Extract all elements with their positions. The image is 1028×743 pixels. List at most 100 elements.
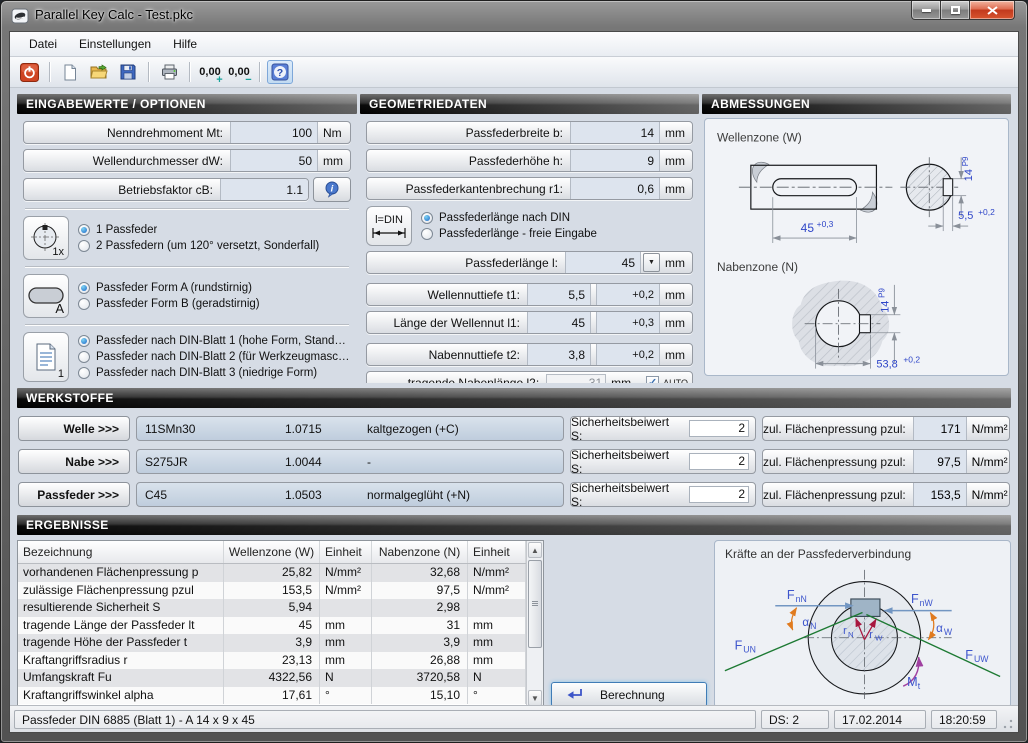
label-fnn-main: F — [787, 588, 795, 602]
radio-din-blatt-2[interactable]: Passfeder nach DIN-Blatt 2 (für Werkzeug… — [78, 351, 351, 363]
open-folder-icon — [90, 64, 108, 80]
auto-label: AUTO — [663, 378, 688, 384]
dim-wellennut-tiefe: 5,5 — [958, 210, 973, 222]
decimal-decrease-button[interactable]: 0,00− — [226, 60, 252, 84]
nabenlaenge-value[interactable]: 31 — [546, 374, 606, 383]
kraefte-title: Kräfte an der Passfederverbindung — [725, 547, 1004, 561]
status-time: 18:20:59 — [931, 710, 997, 729]
table-row: tragende Höhe der Passfeder t3,9mm3,9mm — [18, 634, 526, 652]
minimize-button[interactable] — [911, 1, 941, 20]
radio-laenge-din[interactable]: Passfederlänge nach DIN — [421, 212, 597, 224]
app-icon — [11, 7, 29, 25]
resize-grip[interactable] — [1002, 718, 1014, 730]
group-passfederlaenge: l=DIN Passfederlänge nach DIN Passfederl… — [366, 206, 693, 246]
panel-ergebnisse: ERGEBNISSE Bezeichnung Wellenzone (W) Ei… — [17, 515, 1011, 705]
radio-din-blatt-1[interactable]: Passfeder nach DIN-Blatt 1 (hohe Form, S… — [78, 335, 351, 347]
info-button[interactable]: i — [313, 177, 351, 202]
dim-nabe-tiefe-tol: +0,2 — [903, 355, 920, 365]
wellendurchmesser-value[interactable]: 50 — [230, 150, 318, 171]
wellennuttiefe-value[interactable]: 5,5 — [527, 284, 591, 305]
material-number: 1.0044 — [277, 455, 359, 469]
scroll-down-icon[interactable]: ▼ — [528, 690, 542, 705]
radio-icon — [78, 224, 90, 236]
passfeder-sicherheit-row: Sicherheitsbeiwert S:2 — [570, 482, 756, 507]
material-treatment: - — [359, 455, 563, 469]
field-label: tragende Nabenlänge l2: — [367, 376, 546, 384]
dim-wellennut-breite: 14 — [963, 169, 975, 181]
panel-geometriedaten: GEOMETRIEDATEN Passfederbreite b:14mm Pa… — [360, 94, 699, 383]
passfederlaenge-dropdown[interactable]: ▼ — [643, 253, 660, 272]
nabe-pzul-row: zul. Flächenpressung pzul:97,5N/mm² — [762, 449, 1010, 474]
menu-hilfe[interactable]: Hilfe — [162, 34, 208, 54]
radio-icon — [78, 282, 90, 294]
radio-laenge-frei[interactable]: Passfederlänge - freie Eingabe — [421, 228, 597, 240]
dimension-drawing: Wellenzone (W) 45 — [705, 119, 1008, 375]
label-rn-sub: N — [848, 630, 854, 639]
input-row-betriebsfaktor: Betriebsfaktor cB:1.1 i — [23, 177, 351, 202]
window-title: Parallel Key Calc - Test.pkc — [35, 7, 193, 22]
section-header-abmessungen: ABMESSUNGEN — [702, 94, 1011, 114]
window-controls — [911, 1, 1015, 20]
material-number: 1.0715 — [277, 422, 359, 436]
welle-pzul-value: 171 — [913, 417, 967, 440]
nenndrehmoment-value[interactable]: 100 — [230, 122, 318, 143]
passfederhoehe-value[interactable]: 9 — [570, 150, 660, 171]
input-row-nabennuttiefe: Nabennuttiefe t2:3,8+0,2mm — [366, 343, 693, 366]
decimal-decrease-icon: 0,00− — [228, 67, 249, 77]
din-blatt-icon: 1 — [23, 332, 69, 382]
status-date: 17.02.2014 — [834, 710, 926, 729]
menu-datei[interactable]: Datei — [18, 34, 68, 54]
passfeder-material-button[interactable]: Passfeder >>> — [18, 482, 130, 507]
welle-sicherheit-input[interactable]: 2 — [689, 420, 749, 437]
nabe-material-button[interactable]: Nabe >>> — [18, 449, 130, 474]
results-table-header: Bezeichnung Wellenzone (W) Einheit Naben… — [18, 541, 526, 564]
label-fuw-sub: UW — [974, 654, 989, 664]
label-rn-main: r — [843, 625, 847, 637]
group-din-blatt: 1 Passfeder nach DIN-Blatt 1 (hohe Form,… — [23, 332, 351, 382]
welle-material-button[interactable]: Welle >>> — [18, 416, 130, 441]
radio-icon — [421, 228, 433, 240]
print-button[interactable] — [156, 60, 182, 84]
exit-button[interactable] — [16, 60, 42, 84]
berechnung-button[interactable]: Berechnung — [551, 682, 707, 705]
title-bar[interactable]: Parallel Key Calc - Test.pkc — [1, 1, 1027, 31]
radio-form-a[interactable]: Passfeder Form A (rundstirnig) — [78, 282, 260, 294]
maximize-button[interactable] — [941, 1, 969, 20]
input-row-wellennut-laenge: Länge der Wellennut l1:45+0,3mm — [366, 311, 693, 334]
help-button[interactable]: ? — [267, 60, 293, 84]
welle-material-display: 11SMn301.0715kaltgezogen (+C) — [136, 416, 564, 441]
betriebsfaktor-value[interactable]: 1.1 — [220, 179, 308, 200]
material-number: 1.0503 — [277, 488, 359, 502]
kantenbrechung-value[interactable]: 0,6 — [570, 178, 660, 199]
material-name: C45 — [137, 488, 277, 502]
material-treatment: normalgeglüht (+N) — [359, 488, 563, 502]
power-icon — [20, 63, 39, 82]
menu-einstellungen[interactable]: Einstellungen — [68, 34, 162, 54]
label-fuw-main: F — [965, 648, 973, 662]
save-button[interactable] — [115, 60, 141, 84]
label-fun-sub: UN — [743, 644, 756, 654]
radio-1-passfeder[interactable]: 1 Passfeder — [78, 224, 319, 236]
field-label: Nenndrehmoment Mt: — [24, 126, 230, 140]
new-file-button[interactable] — [57, 60, 83, 84]
wellennut-laenge-value[interactable]: 45 — [527, 312, 591, 333]
decimal-increase-button[interactable]: 0,00+ — [197, 60, 223, 84]
label-alpha-n-main: α — [802, 616, 809, 629]
nabennuttiefe-value[interactable]: 3,8 — [527, 344, 591, 365]
table-scrollbar[interactable]: ▲ ▼ — [526, 541, 543, 705]
label-fnw-sub: nW — [920, 598, 934, 608]
nabe-sicherheit-input[interactable]: 2 — [689, 453, 749, 470]
close-button[interactable] — [969, 1, 1015, 20]
passfederbreite-value[interactable]: 14 — [570, 122, 660, 143]
radio-2-passfedern[interactable]: 2 Passfedern (um 120° versetzt, Sonderfa… — [78, 240, 319, 252]
open-file-button[interactable] — [86, 60, 112, 84]
menu-bar: Datei Einstellungen Hilfe — [10, 32, 1018, 57]
scroll-thumb[interactable] — [528, 560, 542, 648]
passfederlaenge-value[interactable]: 45 — [565, 252, 641, 273]
passfeder-sicherheit-input[interactable]: 2 — [689, 486, 749, 503]
scroll-up-icon[interactable]: ▲ — [528, 542, 542, 558]
material-treatment: kaltgezogen (+C) — [359, 422, 563, 436]
radio-din-blatt-3[interactable]: Passfeder nach DIN-Blatt 3 (niedrige For… — [78, 367, 351, 379]
radio-form-b[interactable]: Passfeder Form B (geradstirnig) — [78, 298, 260, 310]
auto-checkbox[interactable]: ✓ — [646, 376, 659, 383]
